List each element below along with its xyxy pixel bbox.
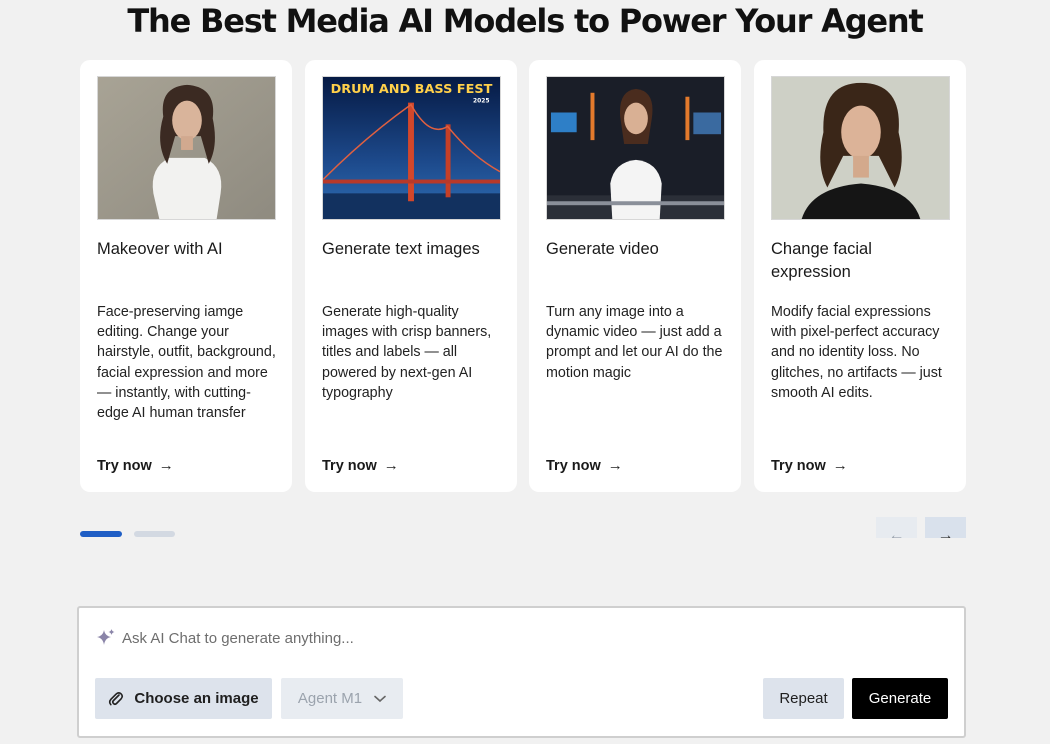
try-now-label: Try now: [771, 457, 826, 474]
agent-select[interactable]: Agent M1: [281, 678, 403, 719]
carousel-prev-button[interactable]: ←: [876, 517, 917, 538]
feature-carousel: Makeover with AI Face-preserving iamge e…: [80, 60, 966, 492]
card-image-text-images: DRUM AND BASS FEST 2025: [322, 76, 501, 220]
arrow-right-icon: →: [937, 527, 954, 538]
card-image-makeover: [97, 76, 276, 220]
agent-label: Agent M1: [297, 690, 363, 707]
feature-card-makeover[interactable]: Makeover with AI Face-preserving iamge e…: [80, 60, 292, 492]
paperclip-icon: [109, 691, 124, 705]
prompt-input[interactable]: Ask AI Chat to generate anything...: [96, 628, 354, 648]
card-title: Generate video: [546, 240, 659, 258]
prompt-placeholder: Ask AI Chat to generate anything...: [122, 629, 354, 647]
try-now-link[interactable]: Try now →: [771, 457, 848, 474]
feature-card-video[interactable]: Generate video Turn any image into a dyn…: [529, 60, 741, 492]
pagination-dot[interactable]: [134, 531, 175, 537]
choose-image-button[interactable]: Choose an image: [95, 678, 272, 719]
card-title: Makeover with AI: [97, 240, 223, 258]
generate-button[interactable]: Generate: [852, 678, 948, 719]
try-now-label: Try now: [322, 457, 377, 474]
feature-card-text-images[interactable]: DRUM AND BASS FEST 2025 Generate text im…: [305, 60, 517, 492]
try-now-link[interactable]: Try now →: [546, 457, 623, 474]
try-now-link[interactable]: Try now →: [322, 457, 399, 474]
repeat-button[interactable]: Repeat: [763, 678, 844, 719]
prompt-box: Ask AI Chat to generate anything... Choo…: [77, 606, 966, 738]
carousel-next-button[interactable]: →: [925, 517, 966, 538]
try-now-label: Try now: [546, 457, 601, 474]
card-description: Turn any image into a dynamic video — ju…: [546, 304, 723, 381]
chevron-down-icon: [374, 695, 386, 702]
sparkle-icon: [97, 629, 115, 645]
poster-title: DRUM AND BASS FEST: [331, 82, 493, 97]
choose-image-label: Choose an image: [134, 690, 259, 707]
try-now-link[interactable]: Try now →: [97, 457, 174, 474]
card-description: Generate high-quality images with crisp …: [322, 304, 492, 401]
page-headline: The Best Media AI Models to Power Your A…: [127, 2, 923, 40]
arrow-left-icon: ←: [888, 527, 905, 538]
arrow-right-icon: →: [383, 457, 399, 474]
card-title: Generate text images: [322, 240, 480, 258]
pagination-dot-active[interactable]: [80, 531, 122, 537]
page: The Best Media AI Models to Power Your A…: [0, 0, 1050, 744]
card-description: Modify facial expressions with pixel-per…: [771, 304, 942, 401]
card-title: Change facial expression: [771, 240, 872, 281]
card-description: Face-preserving iamge editing. Change yo…: [97, 304, 276, 422]
arrow-right-icon: →: [832, 457, 848, 474]
feature-card-facial-expression[interactable]: Change facial expression Modify facial e…: [754, 60, 966, 492]
card-image-video: [546, 76, 725, 220]
card-image-facial-expression: [771, 76, 950, 220]
arrow-right-icon: →: [607, 457, 623, 474]
arrow-right-icon: →: [158, 457, 174, 474]
poster-year: 2025: [473, 99, 489, 105]
try-now-label: Try now: [97, 457, 152, 474]
